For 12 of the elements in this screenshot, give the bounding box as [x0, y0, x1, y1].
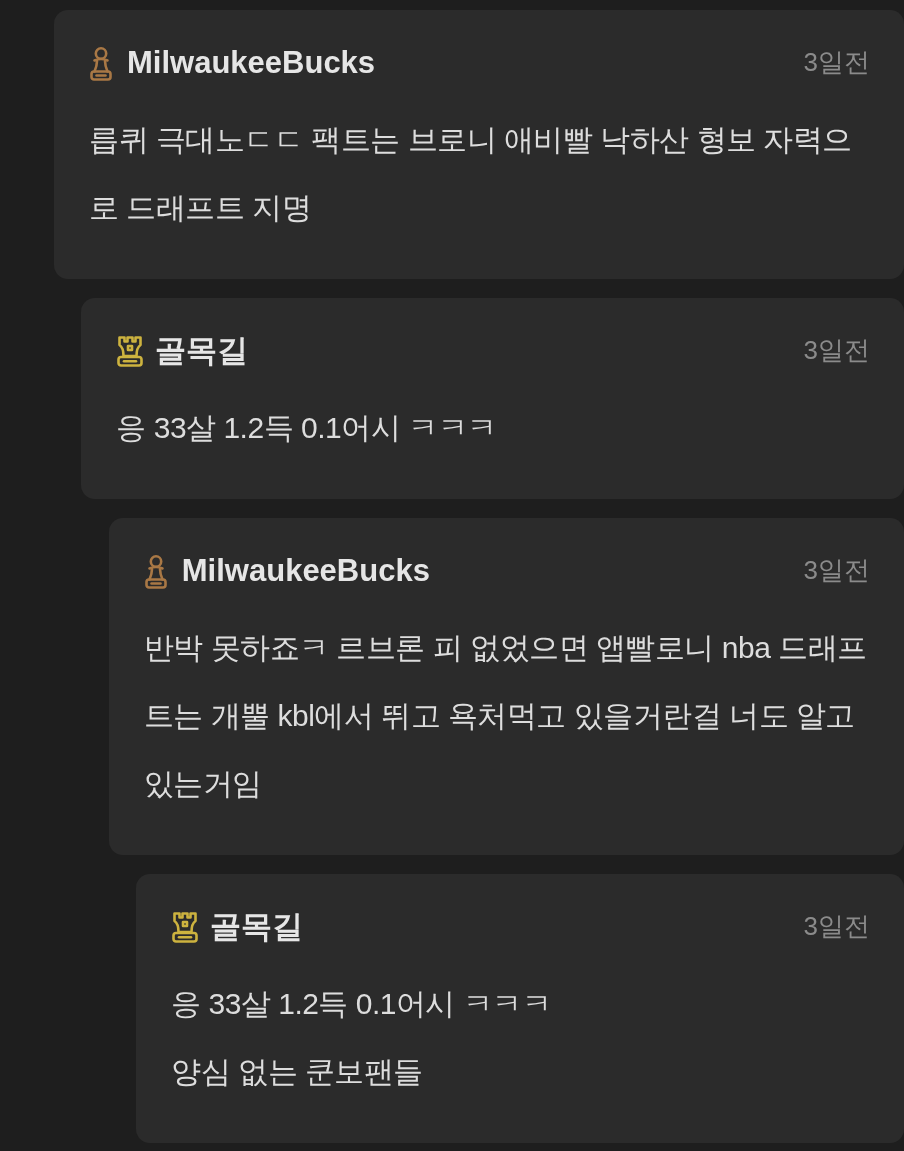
time-label: 3일전 [803, 911, 870, 943]
time-label: 3일전 [803, 47, 870, 79]
time-label: 3일전 [803, 555, 870, 587]
comment-text: 응 33살 1.2득 0.1어시 ㅋㅋㅋ [116, 410, 498, 446]
time-label: 3일전 [803, 335, 870, 367]
author-name[interactable]: MilwaukeeBucks [127, 44, 376, 82]
author-name[interactable]: MilwaukeeBucks [181, 552, 430, 590]
comment-text: 릅퀴 극대노ㄷㄷ 팩트는 브로니 애비빨 낙하산 형보 자력으로 드래프트 지명 [89, 122, 853, 226]
comment-text: 응 33살 1.2득 0.1어시 ㅋㅋㅋ 양심 없는 쿤보팬들 [171, 986, 553, 1090]
author-name[interactable]: 골목길 [210, 908, 304, 946]
author-name[interactable]: 골목길 [155, 332, 249, 370]
comment-text: 반박 못하죠ㅋ 르브론 피 없었으면 앱빨로니 nba 드래프트는 개뿔 kbl에서 뛰고 욕처먹고 있을거란걸 너도 알고 있는거임 [143, 630, 868, 802]
